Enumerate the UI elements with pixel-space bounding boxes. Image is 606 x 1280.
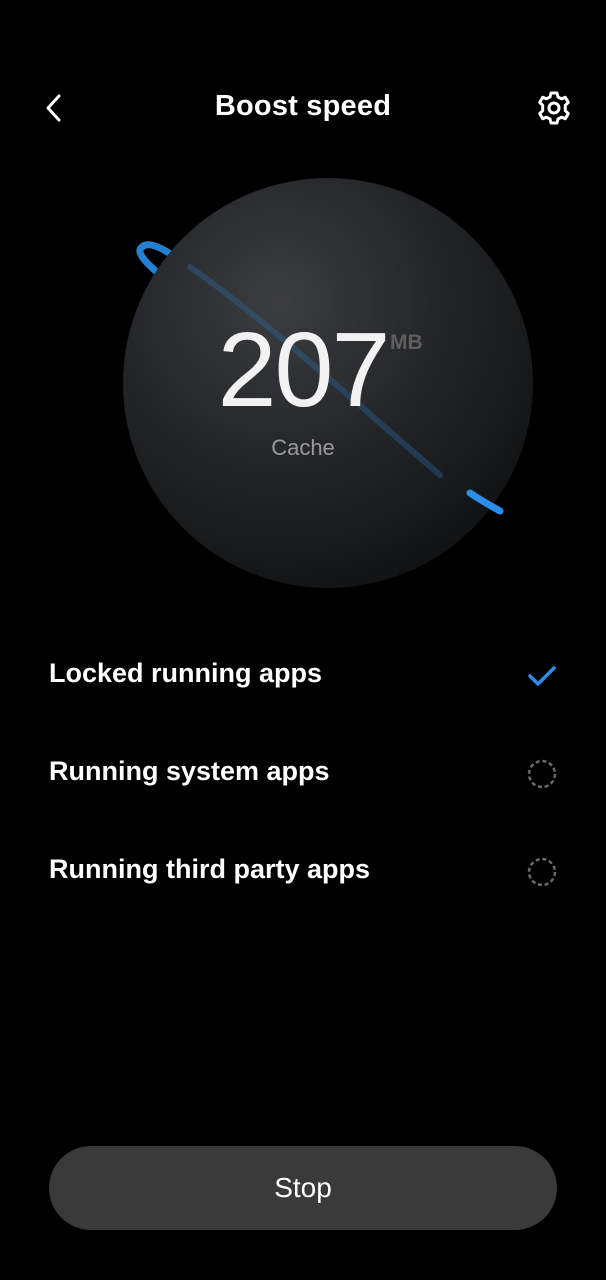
task-label: Running third party apps <box>49 854 370 884</box>
spinner-icon <box>527 759 557 789</box>
spinner-icon <box>527 857 557 887</box>
cache-value: 207 <box>217 311 391 429</box>
cache-orb: 207 MB Cache <box>0 175 606 595</box>
checkmark-icon <box>528 666 556 686</box>
gear-icon <box>538 91 570 125</box>
task-label: Running system apps <box>49 756 330 786</box>
task-item-running-system-apps: Running system apps <box>0 724 606 822</box>
settings-button[interactable] <box>534 88 574 128</box>
header: Boost speed <box>0 68 606 148</box>
task-list: Locked running apps Running system apps … <box>0 626 606 920</box>
task-status <box>526 856 558 888</box>
boost-speed-screen: Boost speed 207 MB Cache Locked running … <box>0 0 606 1280</box>
task-status <box>526 660 558 692</box>
page-title: Boost speed <box>214 90 392 122</box>
cache-unit: MB <box>390 331 423 354</box>
task-item-locked-running-apps: Locked running apps <box>0 626 606 724</box>
task-status <box>526 758 558 790</box>
task-label: Locked running apps <box>49 658 323 688</box>
stop-button[interactable]: Stop <box>49 1146 557 1230</box>
cache-label: Cache <box>271 435 335 460</box>
task-item-running-third-party-apps: Running third party apps <box>0 822 606 920</box>
